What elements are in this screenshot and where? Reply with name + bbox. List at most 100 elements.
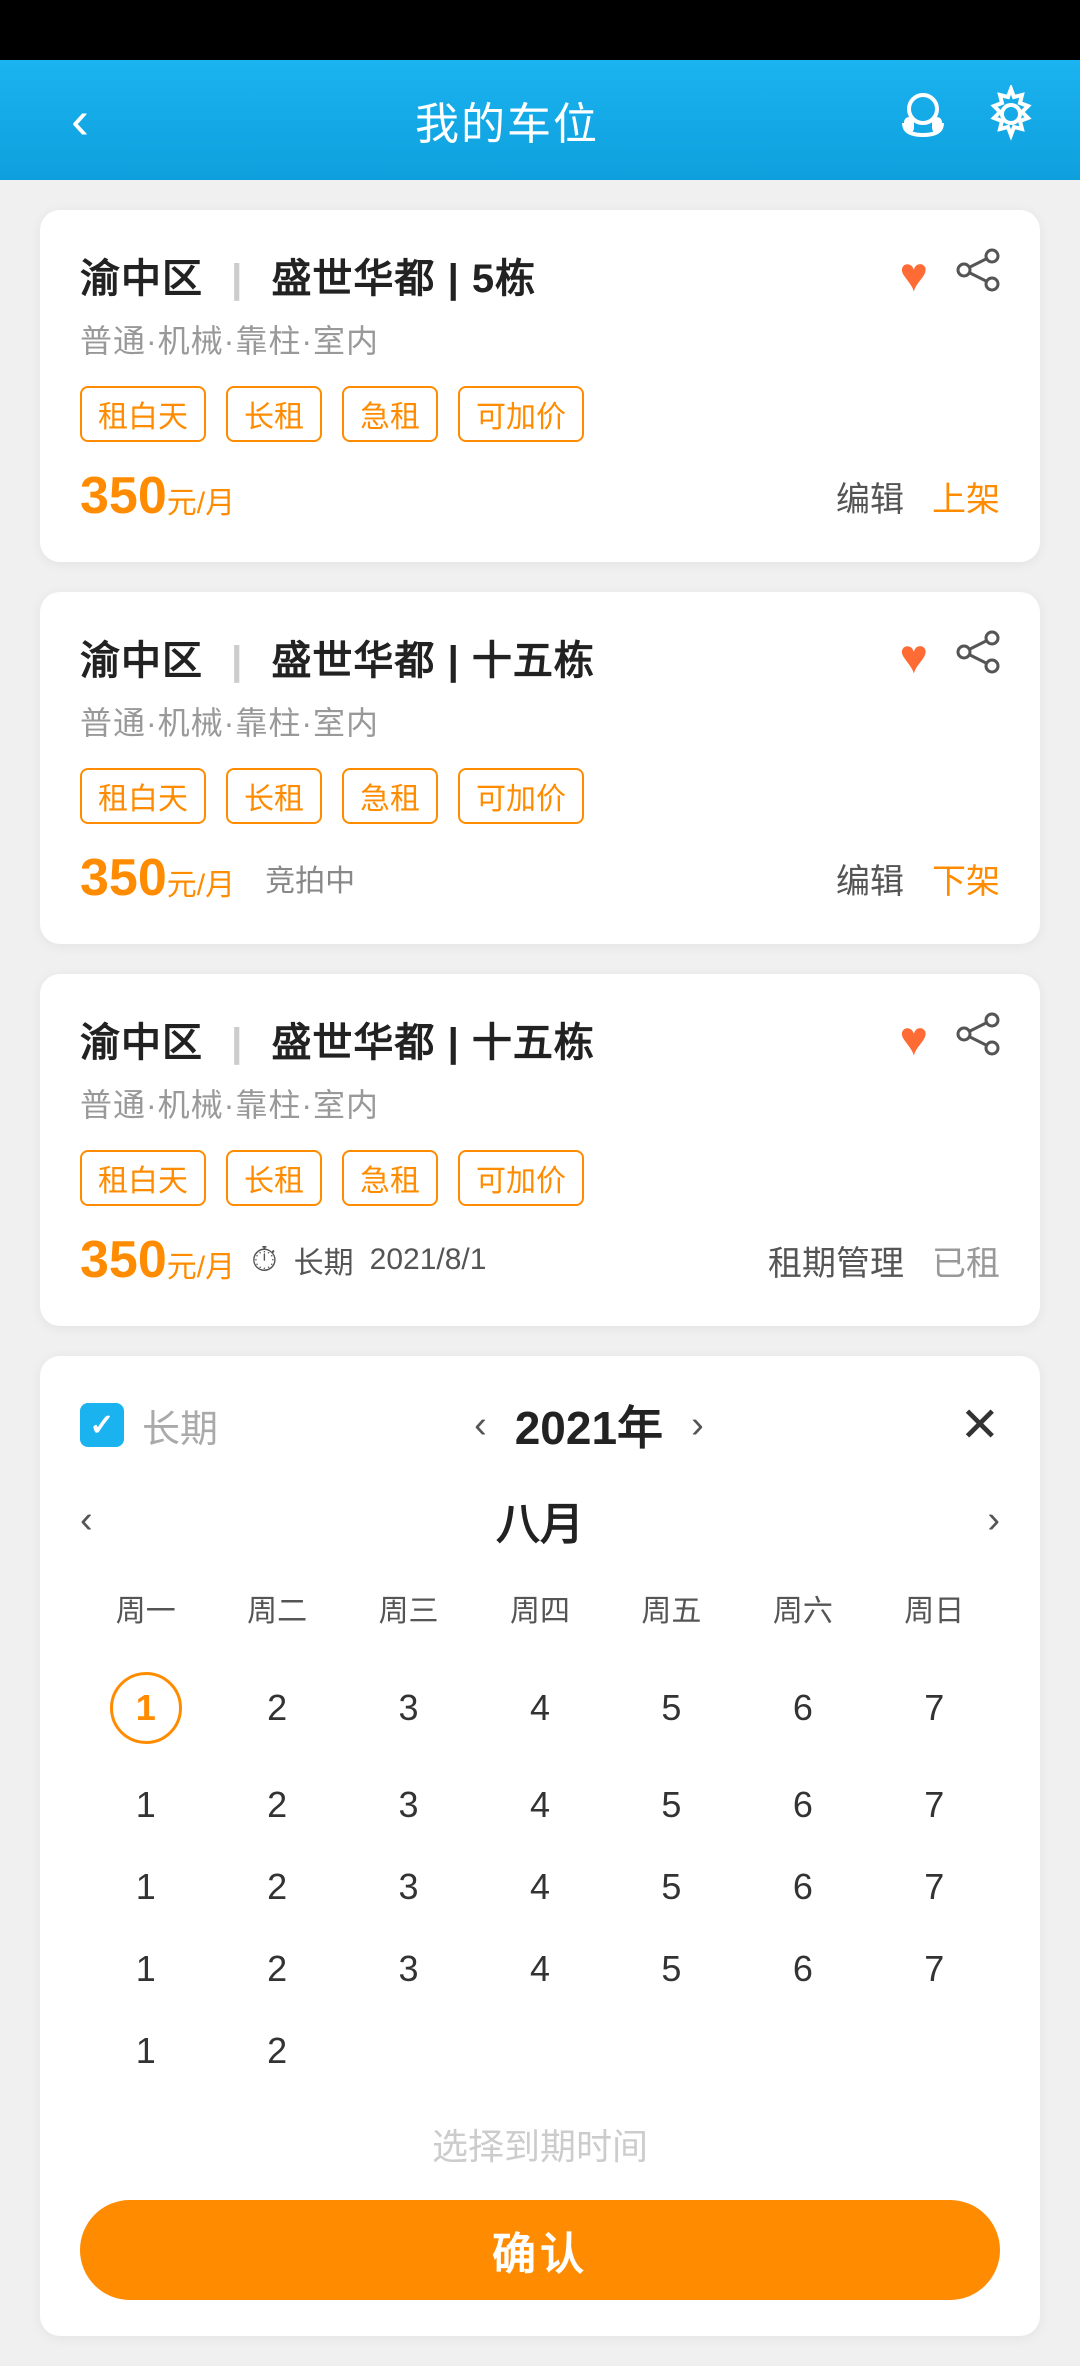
- cal-day-5-2[interactable]: 2: [211, 2014, 342, 2088]
- favorite-icon[interactable]: ♥: [900, 248, 929, 303]
- cal-day-5-4: [474, 2014, 605, 2088]
- cal-day-3-5[interactable]: 5: [606, 1850, 737, 1924]
- cal-day-1-7[interactable]: 7: [869, 1656, 1000, 1760]
- share-icon-2[interactable]: [956, 630, 1000, 685]
- tag-urgent-2: 急租: [342, 768, 438, 824]
- prev-year-button[interactable]: ‹: [474, 1404, 487, 1447]
- cal-day-5-3: [343, 2014, 474, 2088]
- tag-negotiable-3: 可加价: [458, 1150, 584, 1206]
- tag-urgent-3: 急租: [342, 1150, 438, 1206]
- prev-month-button[interactable]: ‹: [80, 1499, 93, 1542]
- cal-day-3-7[interactable]: 7: [869, 1850, 1000, 1924]
- header: ‹ 我的车位: [0, 60, 1080, 180]
- edit-button-1[interactable]: 编辑: [836, 472, 904, 521]
- year-display: 2021年: [515, 1392, 663, 1458]
- parking-card-3: 渝中区 | 盛世华都 | 十五栋 ♥ 普通: [40, 974, 1040, 1326]
- cal-day-3-6[interactable]: 6: [737, 1850, 868, 1924]
- close-calendar-button[interactable]: ✕: [960, 1397, 1000, 1453]
- card3-actions: 租期管理 已租: [768, 1236, 1000, 1285]
- cal-day-2-7[interactable]: 7: [869, 1768, 1000, 1842]
- cal-day-2-6[interactable]: 6: [737, 1768, 868, 1842]
- tag-negotiable: 可加价: [458, 386, 584, 442]
- card1-price: 350元/月: [80, 466, 235, 526]
- cal-day-4-4[interactable]: 4: [474, 1932, 605, 2006]
- cal-day-2-5[interactable]: 5: [606, 1768, 737, 1842]
- favorite-icon-2[interactable]: ♥: [900, 630, 929, 685]
- longterm-checkbox-area[interactable]: ✓ 长期: [80, 1398, 218, 1453]
- settings-icon[interactable]: [982, 85, 1040, 156]
- card2-tags: 租白天 长租 急租 可加价: [80, 768, 1000, 824]
- weekday-thu: 周四: [474, 1576, 605, 1640]
- parking-card-2: 渝中区 | 盛世华都 | 十五栋 ♥ 普通: [40, 592, 1040, 944]
- cal-day-1-2[interactable]: 2: [211, 1656, 342, 1760]
- card1-tags: 租白天 长租 急租 可加价: [80, 386, 1000, 442]
- cal-day-4-5[interactable]: 5: [606, 1932, 737, 2006]
- cal-day-1-4[interactable]: 4: [474, 1656, 605, 1760]
- weekday-wed: 周三: [343, 1576, 474, 1640]
- calendar-card: ✓ 长期 ‹ 2021年 › ✕ ‹ 八月 › 周一 周二 周三 周四 周五 周…: [40, 1356, 1040, 2336]
- favorite-icon-3[interactable]: ♥: [900, 1012, 929, 1067]
- month-display: 八月: [496, 1488, 584, 1552]
- longterm-label: 长期: [142, 1398, 218, 1453]
- next-month-button[interactable]: ›: [987, 1499, 1000, 1542]
- cal-day-1-6[interactable]: 6: [737, 1656, 868, 1760]
- cal-day-2-4[interactable]: 4: [474, 1768, 605, 1842]
- cal-day-3-4[interactable]: 4: [474, 1850, 605, 1924]
- support-icon[interactable]: [894, 85, 952, 156]
- status-button-2[interactable]: 下架: [932, 854, 1000, 903]
- card3-icons: ♥: [900, 1012, 1001, 1067]
- tag-negotiable-2: 可加价: [458, 768, 584, 824]
- card2-desc: 普通·机械·靠柱·室内: [80, 698, 1000, 744]
- manage-button[interactable]: 租期管理: [768, 1236, 904, 1285]
- card2-price: 350元/月: [80, 848, 235, 908]
- card3-tags: 租白天 长租 急租 可加价: [80, 1150, 1000, 1206]
- month-navigation: ‹ 八月 ›: [80, 1488, 1000, 1552]
- weekday-sat: 周六: [737, 1576, 868, 1640]
- card1-title: 渝中区 | 盛世华都 | 5栋: [80, 246, 536, 304]
- cal-day-4-6[interactable]: 6: [737, 1932, 868, 2006]
- select-expire-text: 选择到期时间: [80, 2118, 1000, 2170]
- cal-day-4-2[interactable]: 2: [211, 1932, 342, 2006]
- content: 渝中区 | 盛世华都 | 5栋 ♥ 普通·: [0, 180, 1080, 2366]
- cal-day-2-1[interactable]: 1: [80, 1768, 211, 1842]
- calendar-grid: 1 2 3 4 5 6 7 1 2 3 4 5 6 7 1 2 3 4 5 6 …: [80, 1656, 1000, 2088]
- weekday-headers: 周一 周二 周三 周四 周五 周六 周日: [80, 1576, 1000, 1640]
- card3-price-area: 350元/月 ⏱ 长期 2021/8/1: [80, 1230, 486, 1290]
- longterm-checkbox[interactable]: ✓: [80, 1403, 124, 1447]
- status-button-1[interactable]: 上架: [932, 472, 1000, 521]
- cal-day-4-7[interactable]: 7: [869, 1932, 1000, 2006]
- cal-day-4-3[interactable]: 3: [343, 1932, 474, 2006]
- back-button[interactable]: ‹: [40, 89, 120, 151]
- card1-actions: 编辑 上架: [836, 472, 1000, 521]
- cal-day-5-1[interactable]: 1: [80, 2014, 211, 2088]
- header-icons: [894, 85, 1040, 156]
- tag-longrent-2: 长租: [226, 768, 322, 824]
- rent-info: ⏱ 长期 2021/8/1: [251, 1238, 486, 1282]
- share-icon[interactable]: [956, 248, 1000, 303]
- rented-status: 已租: [932, 1236, 1000, 1285]
- tag-daytime-3: 租白天: [80, 1150, 206, 1206]
- next-year-button[interactable]: ›: [691, 1404, 704, 1447]
- card1-icons: ♥: [900, 248, 1001, 303]
- cal-day-1-5[interactable]: 5: [606, 1656, 737, 1760]
- edit-button-2[interactable]: 编辑: [836, 854, 904, 903]
- card3-desc: 普通·机械·靠柱·室内: [80, 1080, 1000, 1126]
- cal-day-3-2[interactable]: 2: [211, 1850, 342, 1924]
- card3-price: 350元/月: [80, 1230, 235, 1290]
- cal-day-4-1[interactable]: 1: [80, 1932, 211, 2006]
- cal-day-3-1[interactable]: 1: [80, 1850, 211, 1924]
- cal-day-2-2[interactable]: 2: [211, 1768, 342, 1842]
- cal-day-1-1[interactable]: 1: [80, 1656, 211, 1760]
- clock-icon: ⏱: [251, 1241, 278, 1280]
- page-title: 我的车位: [415, 88, 599, 152]
- cal-day-2-3[interactable]: 3: [343, 1768, 474, 1842]
- cal-day-5-7: [869, 2014, 1000, 2088]
- weekday-mon: 周一: [80, 1576, 211, 1640]
- confirm-button[interactable]: 确认: [80, 2200, 1000, 2300]
- rent-date: 2021/8/1: [370, 1243, 487, 1277]
- card2-price-area: 350元/月 竞拍中: [80, 848, 355, 908]
- cal-day-1-3[interactable]: 3: [343, 1656, 474, 1760]
- share-icon-3[interactable]: [956, 1012, 1000, 1067]
- cal-day-3-3[interactable]: 3: [343, 1850, 474, 1924]
- cal-day-5-6: [737, 2014, 868, 2088]
